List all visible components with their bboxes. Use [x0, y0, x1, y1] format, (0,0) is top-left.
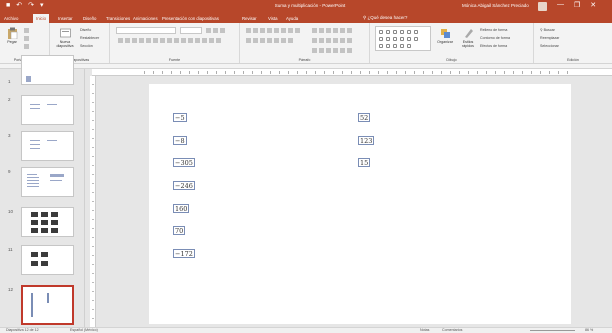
undo-icon[interactable]: ↶: [16, 2, 22, 10]
ribbon-tabs: Archivo Inicio Insertar Diseño Transicio…: [0, 13, 612, 23]
tell-me-search[interactable]: ⚲ ¿Qué desea hacer?: [363, 13, 407, 23]
align-buttons[interactable]: [246, 38, 293, 44]
redo-icon[interactable]: ↷: [28, 2, 34, 10]
replace-button[interactable]: Reemplazar: [540, 36, 559, 40]
slide-number: 12: [8, 287, 14, 292]
slide-thumbnail[interactable]: [21, 245, 74, 275]
text-box[interactable]: −246: [173, 181, 195, 190]
customize-qat-icon[interactable]: ▾: [40, 2, 44, 10]
tab-insertar[interactable]: Insertar: [58, 14, 73, 23]
save-icon[interactable]: ■: [6, 2, 10, 10]
notes-button[interactable]: Notas: [420, 328, 429, 333]
new-slide-button[interactable]: Nueva diapositiva: [53, 27, 77, 48]
clipboard-icon: [7, 27, 17, 39]
slide-thumbnail[interactable]: [21, 167, 74, 197]
tab-inicio[interactable]: Inicio: [33, 14, 50, 23]
arrange-icon: [440, 29, 450, 38]
text-box[interactable]: 123: [358, 136, 375, 145]
text-box[interactable]: −305: [173, 158, 195, 167]
font-size-field[interactable]: [180, 27, 202, 34]
tab-ayuda[interactable]: Ayuda: [286, 14, 298, 23]
slide-thumbnail[interactable]: [21, 131, 74, 161]
tab-revisar[interactable]: Revisar: [242, 14, 257, 23]
reset-button[interactable]: Restablecer: [80, 36, 99, 40]
shape-effects-button[interactable]: Efectos de forma: [480, 44, 507, 48]
avatar[interactable]: [538, 2, 547, 11]
text-box[interactable]: −5: [173, 113, 187, 122]
font-format-buttons[interactable]: [118, 38, 221, 44]
zoom-level[interactable]: 86 %: [585, 328, 593, 333]
slide-indicator: Diapositiva 12 de 12: [6, 328, 39, 332]
shape-outline-button[interactable]: Contorno de forma: [480, 36, 510, 40]
window-title: Suma y multiplicación - PowerPoint: [274, 3, 346, 8]
tab-archivo[interactable]: Archivo: [4, 14, 18, 23]
group-drawing: Organizar Estilos rápidos Relleno de for…: [370, 23, 534, 63]
slide-number: 3: [8, 133, 11, 138]
zoom-slider[interactable]: [530, 330, 575, 331]
text-box[interactable]: 52: [358, 113, 371, 122]
group-label-editing: Edición: [567, 58, 579, 62]
slide-thumbnail[interactable]: [21, 95, 74, 125]
section-button[interactable]: Sección: [80, 44, 93, 48]
new-slide-icon: [59, 28, 71, 38]
quick-styles-button[interactable]: Estilos rápidos: [458, 27, 478, 48]
group-label-drawing: Dibujo: [446, 58, 457, 62]
slide-thumbnails-panel: 1 2 3 9 10 11 12: [0, 55, 84, 327]
cut-copy-icons[interactable]: [24, 28, 29, 34]
group-paragraph: Párrafo: [240, 23, 370, 63]
slide-number: 11: [8, 247, 13, 252]
horizontal-ruler: [92, 69, 612, 76]
shape-fill-button[interactable]: Relleno de forma: [480, 28, 507, 32]
user-name[interactable]: Mónica Abigail Sánchez Preciado: [462, 3, 529, 8]
restore-button[interactable]: ❐: [574, 1, 580, 9]
close-button[interactable]: ✕: [590, 1, 596, 9]
slide[interactable]: −5 −8 −305 −246 160 70 −172 52 123 15: [149, 84, 571, 324]
group-label-font: Fuente: [168, 58, 181, 62]
tab-presentacion[interactable]: Presentación con diapositivas: [162, 14, 219, 23]
window-controls: — ❐ ✕: [557, 1, 596, 9]
align-text-buttons[interactable]: [312, 38, 352, 44]
layout-button[interactable]: Diseño: [80, 28, 91, 32]
format-painter-icon[interactable]: [24, 44, 29, 50]
arrange-button[interactable]: Organizar: [434, 27, 456, 44]
slide-thumbnail[interactable]: [21, 207, 74, 237]
font-name-field[interactable]: [116, 27, 176, 34]
text-box[interactable]: 160: [173, 204, 190, 213]
group-editing: ⚲ Buscar Reemplazar Seleccionar Edición: [534, 23, 612, 63]
tab-transiciones[interactable]: Transiciones: [106, 14, 130, 23]
minimize-button[interactable]: —: [557, 1, 564, 9]
group-font: Fuente: [110, 23, 240, 63]
slide-thumbnail[interactable]: [21, 55, 74, 85]
list-buttons[interactable]: [246, 28, 300, 34]
find-button[interactable]: ⚲ Buscar: [540, 28, 555, 32]
select-button[interactable]: Seleccionar: [540, 44, 559, 48]
tab-animaciones[interactable]: Animaciones: [133, 14, 158, 23]
text-box[interactable]: 70: [173, 226, 186, 235]
powerpoint-window: ■ ↶ ↷ ▾ Suma y multiplicación - PowerPoi…: [0, 0, 612, 333]
group-label-paragraph: Párrafo: [298, 58, 311, 62]
tab-vista[interactable]: Vista: [268, 14, 277, 23]
text-direction-buttons[interactable]: [312, 28, 352, 34]
copy-icon[interactable]: [24, 36, 29, 42]
text-box[interactable]: −8: [173, 136, 187, 145]
shapes-gallery[interactable]: [375, 26, 431, 51]
comments-button[interactable]: Comentarios: [442, 328, 462, 333]
slide-number: 2: [8, 97, 11, 102]
title-bar: ■ ↶ ↷ ▾ Suma y multiplicación - PowerPoi…: [0, 0, 612, 13]
status-bar: Diapositiva 12 de 12 Español (México) No…: [0, 327, 612, 333]
slide-number: 10: [8, 209, 14, 214]
tab-diseno[interactable]: Diseño: [83, 14, 96, 23]
font-size-buttons[interactable]: [206, 28, 225, 34]
quick-access-toolbar: ■ ↶ ↷ ▾: [6, 2, 44, 10]
text-box[interactable]: −172: [173, 249, 195, 258]
smartart-buttons[interactable]: [312, 48, 352, 54]
slide-number: 1: [8, 79, 11, 84]
slide-thumbnail-selected[interactable]: [21, 285, 74, 325]
text-box[interactable]: 15: [358, 158, 371, 167]
quick-styles-icon: [464, 29, 473, 38]
paste-button[interactable]: Pegar: [4, 27, 20, 44]
ribbon: Pegar Portapapeles Nueva diapositiva Dis…: [0, 23, 612, 64]
language-indicator[interactable]: Español (México): [70, 328, 98, 333]
slide-number: 9: [8, 169, 11, 174]
